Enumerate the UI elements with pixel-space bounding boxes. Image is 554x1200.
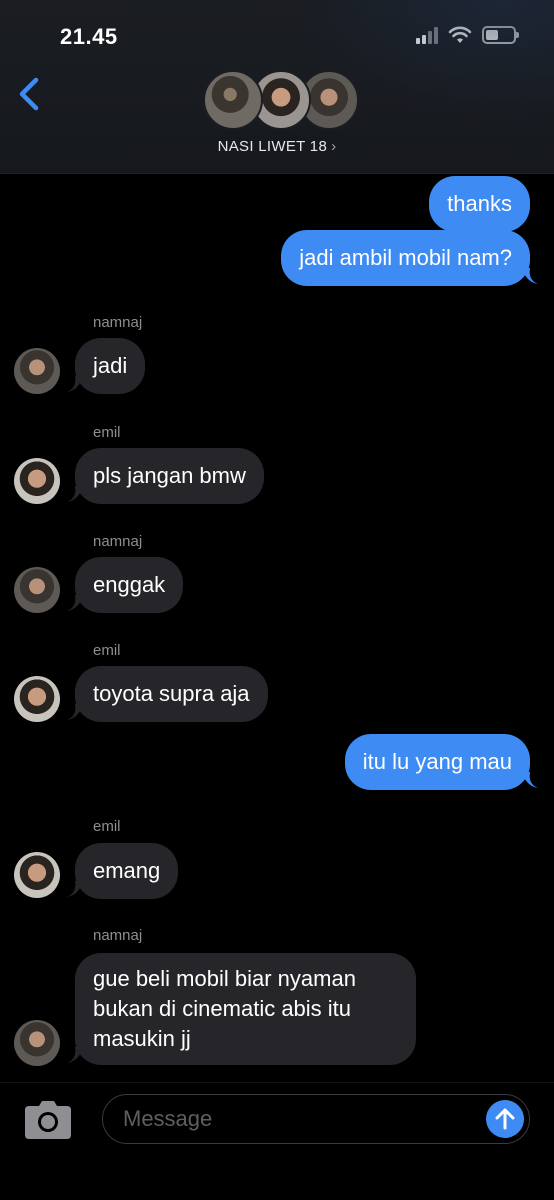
- message-text: enggak: [93, 572, 166, 597]
- outgoing-message[interactable]: thanks: [429, 176, 530, 232]
- sender-name: namnaj: [93, 314, 143, 331]
- bubble-tail-icon: [522, 772, 538, 788]
- message-line: bukan di cinematic abis itu: [93, 996, 352, 1021]
- bubble-tail-icon: [67, 704, 83, 720]
- sender-name: emil: [93, 818, 121, 835]
- bubble-tail-icon: [67, 376, 83, 392]
- incoming-message[interactable]: emang: [75, 843, 179, 899]
- bubble-tail-icon: [67, 595, 83, 611]
- bubble-tail-icon: [67, 486, 83, 502]
- message-input[interactable]: Message: [102, 1094, 530, 1144]
- avatar[interactable]: [14, 458, 60, 504]
- bubble-tail-icon: [67, 1047, 83, 1063]
- sender-name: namnaj: [93, 533, 143, 550]
- send-arrow-icon: [495, 1108, 515, 1130]
- message-text: jadi: [93, 353, 128, 378]
- message-placeholder: Message: [123, 1106, 213, 1131]
- group-avatars[interactable]: [203, 70, 359, 130]
- avatar[interactable]: [14, 348, 60, 394]
- camera-icon[interactable]: [23, 1100, 73, 1140]
- message-list[interactable]: thanks jadi ambil mobil nam? namnaj jadi…: [0, 0, 554, 1200]
- incoming-message[interactable]: toyota supra aja: [75, 666, 268, 722]
- compose-bar: Message: [0, 1082, 554, 1200]
- sender-name: emil: [93, 642, 121, 659]
- incoming-message[interactable]: jadi: [75, 338, 146, 394]
- send-button[interactable]: [486, 1100, 524, 1138]
- avatar[interactable]: [14, 852, 60, 898]
- outgoing-message[interactable]: jadi ambil mobil nam?: [281, 230, 530, 286]
- message-text: itu lu yang mau: [362, 749, 512, 774]
- incoming-message[interactable]: gue beli mobil biar nyaman bukan di cine…: [75, 953, 416, 1065]
- message-line: gue beli mobil biar nyaman: [93, 966, 356, 991]
- avatar[interactable]: [14, 1020, 60, 1066]
- message-text: emang: [93, 858, 161, 883]
- bubble-tail-icon: [522, 268, 538, 284]
- avatar[interactable]: [14, 567, 60, 613]
- avatar[interactable]: [14, 676, 60, 722]
- sender-name: emil: [93, 424, 121, 441]
- avatar: [203, 70, 263, 130]
- message-text: thanks: [447, 191, 512, 216]
- bubble-tail-icon: [67, 881, 83, 897]
- message-line: masukin jj: [93, 1026, 191, 1051]
- message-text: toyota supra aja: [93, 681, 250, 706]
- message-text: jadi ambil mobil nam?: [299, 245, 512, 270]
- incoming-message[interactable]: enggak: [75, 557, 184, 613]
- message-text: pls jangan bmw: [93, 463, 246, 488]
- outgoing-message[interactable]: itu lu yang mau: [344, 734, 530, 790]
- sender-name: namnaj: [93, 927, 143, 944]
- incoming-message[interactable]: pls jangan bmw: [75, 448, 264, 504]
